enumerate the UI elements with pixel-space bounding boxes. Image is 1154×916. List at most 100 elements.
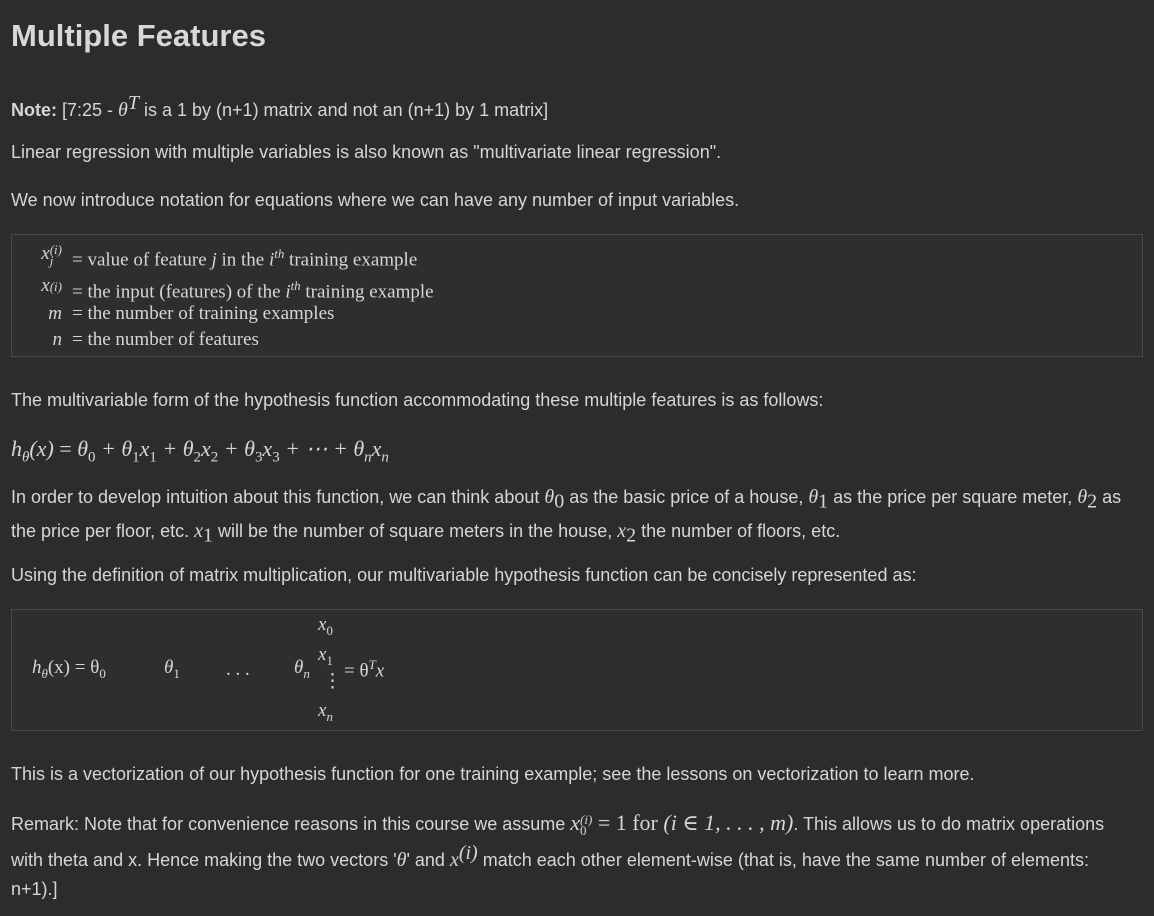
hyp-term-sub: 1 (132, 449, 140, 466)
hyp-terms: θ0 + θ1x1 + θ2x2 + θ3x3 + ⋯ + θnxn (77, 436, 389, 465)
definition-symbol-base: n (52, 329, 63, 350)
notation-definitions-box: x (i) j = value of feature j in the ith tra… (11, 234, 1143, 357)
intuition-text-c: as the price per square meter, (828, 487, 1078, 507)
row-thetan-var: θ (294, 657, 304, 678)
theta1-sub: 1 (818, 490, 829, 513)
hyp-term: x (262, 436, 273, 461)
row-thetan-sub: n (303, 665, 310, 681)
definition-post: training example (300, 281, 434, 303)
definition-symbol-sup: (i) (49, 279, 62, 295)
x1-var: x (194, 519, 203, 542)
remark-text-a: Remark: Note that for convenience reason… (11, 814, 571, 834)
note-theta: θ (118, 99, 128, 121)
definition-symbol: m (12, 301, 62, 327)
definition-symbol-base: x (41, 243, 50, 264)
definition-symbol-base: m (48, 303, 62, 324)
col-x0: x0 (318, 614, 333, 639)
intro-paragraph: Linear regression with multiple variable… (11, 142, 722, 162)
definition-symbol: x (i) j (12, 241, 62, 267)
definition-symbol: x (i) (12, 273, 62, 299)
remark-paragraph: Remark: Note that for convenience reason… (11, 808, 1104, 904)
note-post: is a 1 by (n+1) matrix and not an (n+1) … (139, 100, 549, 120)
x2-var: x (617, 519, 627, 542)
note-label: Note: (11, 100, 57, 120)
multivariable-paragraph: The multivariable form of the hypothesis… (11, 390, 824, 410)
definition-row: x (i) j = value of feature j in the ith tra… (12, 241, 1112, 271)
matrix-lhs-theta0-sub: 0 (99, 665, 106, 681)
x1-sub: 1 (202, 524, 213, 547)
intuition-text-e: the price per floor, etc. (11, 520, 195, 541)
row-thetan: θn (294, 657, 310, 682)
row-theta1-var: θ (164, 657, 174, 678)
remark-line-2: with theta and x. Hence making the two v… (11, 839, 1104, 875)
remark-text-e: match each other element-wise (that is, … (477, 850, 1090, 870)
definition-row: x (i) = the input (features) of the ith tr… (12, 273, 1112, 303)
matrix-rhs: = θTx (344, 657, 384, 682)
definition-pre: the number of training examples (87, 303, 335, 324)
definition-row: n = the number of features (12, 327, 1112, 353)
hyp-term-sub: 0 (88, 449, 96, 466)
theta2-sub: 2 (1087, 490, 1098, 513)
hyp-eq: = (53, 436, 78, 461)
col-x0-sub: 0 (326, 622, 333, 638)
hyp-term: x (139, 436, 150, 461)
definition-sup2: th (290, 278, 301, 293)
definition-eq: = (72, 249, 83, 271)
hyp-term-sub: 1 (149, 449, 157, 466)
hyp-term-sub: 3 (272, 449, 280, 466)
definition-text: = value of feature j in the ith training… (72, 241, 417, 273)
hyp-term: + ⋯ + θ (279, 436, 365, 461)
row-dots: . . . (226, 659, 250, 680)
remark-xi-sup: (i) (458, 842, 478, 864)
x2-sub: 2 (626, 524, 637, 547)
definition-symbol-base: x (41, 275, 50, 296)
intuition-line-1: In order to develop intuition about this… (11, 483, 1121, 517)
hyp-term: + θ (95, 436, 133, 461)
intuition-text-b: as the basic price of a house, (564, 487, 809, 507)
intuition-paragraph: In order to develop intuition about this… (11, 483, 1121, 550)
matrix-rhs-theta: = θ (344, 660, 369, 682)
col-x1-sub: 1 (326, 652, 333, 668)
theta2-var: θ (1077, 486, 1088, 508)
row-theta1: θ1 (164, 657, 180, 682)
intuition-text-a: In order to develop intuition about this… (11, 487, 545, 507)
hyp-term: + θ (218, 436, 255, 461)
remark-x0-scripts: (i) 0 (580, 813, 592, 837)
intuition-text-d: as (1097, 487, 1122, 507)
remark-x0-var: x (570, 810, 581, 835)
definition-text: = the number of features (72, 327, 259, 353)
matrix-lhs: hθ(x) = θ0 (32, 657, 106, 682)
matrix-equation-box: hθ(x) = θ0 θ1 . . . θn x0 x1 ⋮ xn = θTx (11, 609, 1143, 731)
col-xn-sub: n (326, 708, 333, 724)
hyp-x: (x) (29, 436, 54, 461)
intuition-text-g: the number of floors, etc. (636, 520, 841, 541)
definition-symbol-scripts: (i) j (50, 243, 62, 267)
hyp-h: h (11, 436, 22, 461)
definition-symbol-scripts: (i) (49, 279, 62, 295)
vectorization-paragraph: This is a vectorization of our hypothesi… (11, 764, 975, 784)
definition-post: training example (284, 249, 418, 271)
intuition-text-f: will be the number of square meters in t… (212, 520, 618, 541)
col-xn: xn (318, 700, 333, 725)
remark-text-d: ' and (406, 850, 450, 870)
matrix-lhs-h: h (32, 657, 42, 678)
definition-text: = the number of training examples (72, 301, 334, 327)
matrix-paragraph: Using the definition of matrix multiplic… (11, 565, 917, 585)
remark-line-1: Remark: Note that for convenience reason… (11, 808, 1104, 839)
hyp-term-sub: n (381, 449, 389, 466)
hyp-term: x (371, 436, 382, 461)
definition-mid: in the (216, 249, 269, 271)
remark-text-b: . This allows us to do matrix operations (793, 814, 1105, 834)
definition-eq: = (72, 329, 83, 350)
definition-eq: = (72, 303, 83, 324)
definition-pre: the number of features (87, 329, 259, 350)
notation-paragraph: We now introduce notation for equations … (11, 190, 740, 210)
hyp-term: + θ (156, 436, 194, 461)
definition-symbol: n (12, 327, 63, 353)
remark-text-c: with theta and x. Hence making the two v… (11, 850, 397, 870)
hypothesis-equation: hθ(x) = θ0 + θ1x1 + θ2x2 + θ3x3 + ⋯ + θn… (11, 434, 389, 472)
hyp-term-sub: n (364, 449, 372, 466)
matrix-rhs-x: x (375, 660, 385, 682)
col-vdots: ⋮ (323, 671, 342, 692)
definition-sup2: th (274, 246, 285, 261)
